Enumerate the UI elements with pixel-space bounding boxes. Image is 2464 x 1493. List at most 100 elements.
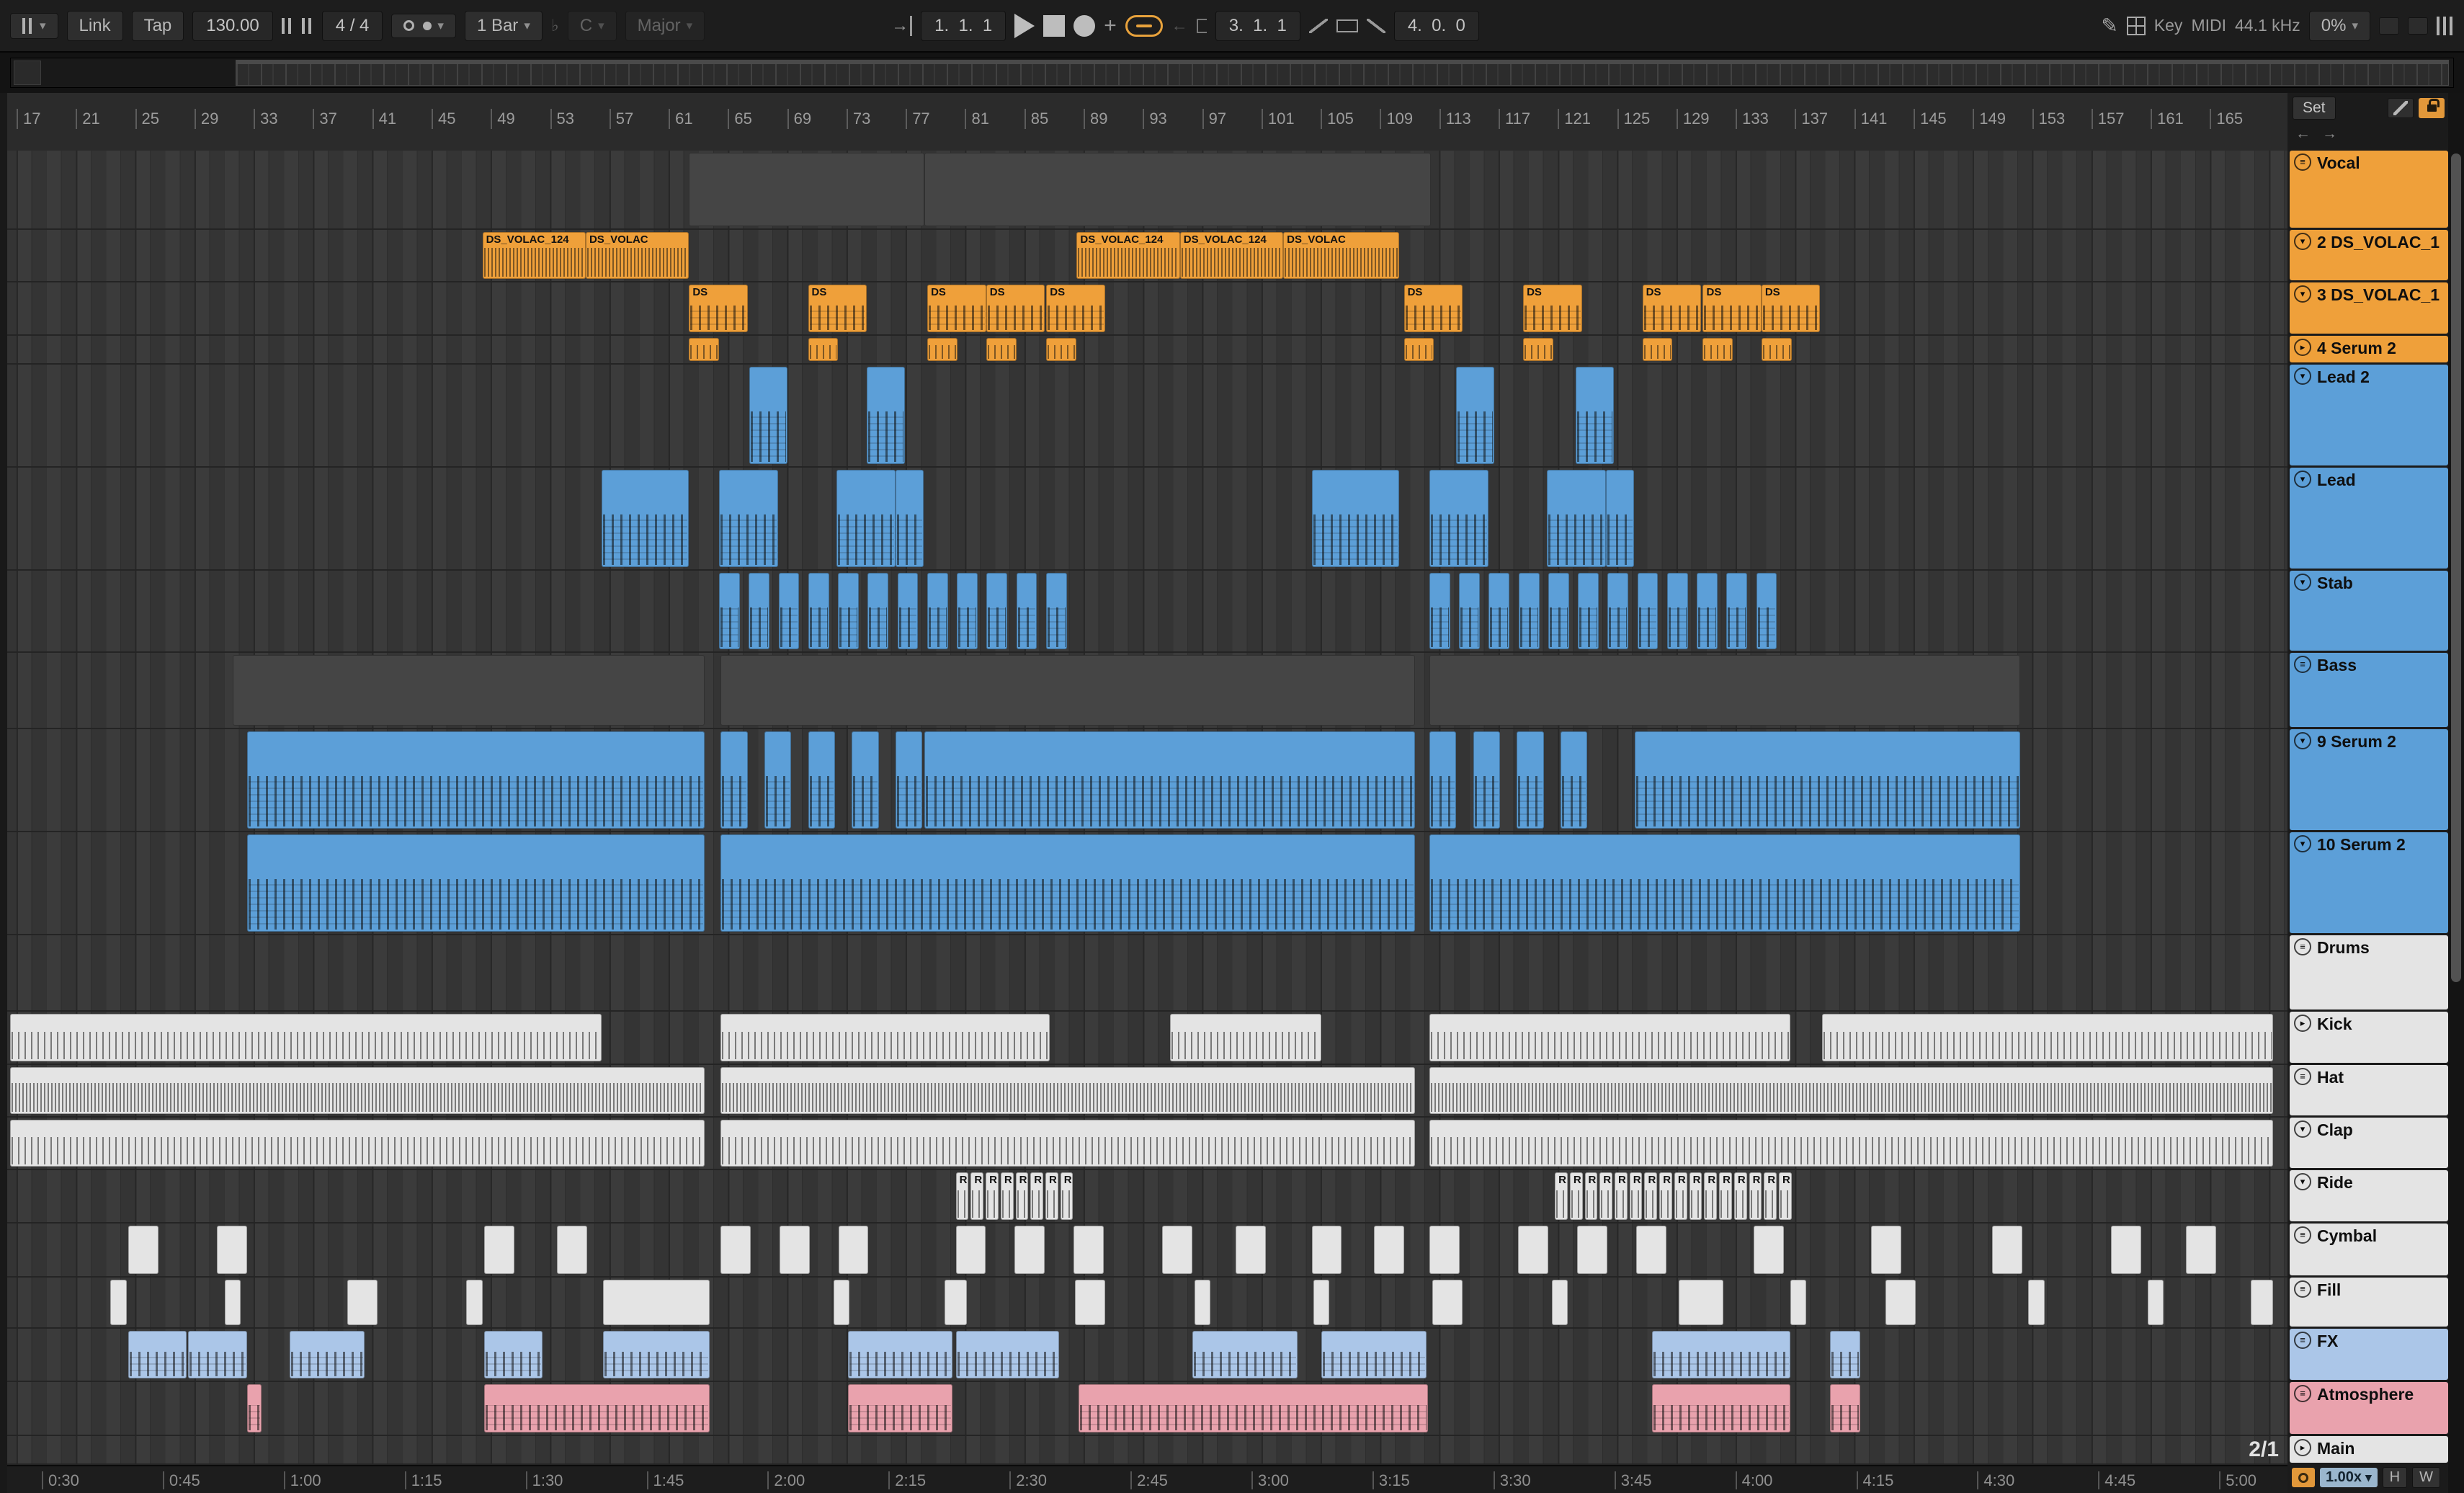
nudge-up-icon[interactable]: [301, 17, 313, 34]
clip[interactable]: [1697, 573, 1718, 649]
clip[interactable]: [1429, 470, 1488, 567]
clip[interactable]: [1518, 573, 1540, 649]
clip[interactable]: [924, 731, 1416, 829]
clip[interactable]: [1429, 1226, 1460, 1274]
clip[interactable]: [720, 655, 1416, 726]
clip[interactable]: [1651, 1331, 1790, 1378]
tap-tempo-button[interactable]: Tap: [131, 10, 184, 41]
clip[interactable]: [466, 1280, 483, 1325]
clip[interactable]: [852, 731, 879, 829]
clip[interactable]: DS_VOLAC: [1283, 232, 1400, 279]
clip[interactable]: [2251, 1280, 2274, 1325]
clip[interactable]: [847, 1384, 953, 1432]
lock-button[interactable]: [2419, 98, 2445, 118]
clip[interactable]: [833, 1280, 850, 1325]
punch-out-ramp-icon[interactable]: [1366, 18, 1385, 33]
clip[interactable]: [808, 338, 839, 361]
clip[interactable]: [603, 1280, 710, 1325]
clip[interactable]: [10, 1120, 705, 1167]
clip[interactable]: [557, 1226, 587, 1274]
clip[interactable]: DS: [1642, 285, 1702, 332]
clip[interactable]: [1754, 1226, 1784, 1274]
clip[interactable]: [955, 1331, 1059, 1378]
clip[interactable]: [1014, 1226, 1045, 1274]
clip[interactable]: DS: [808, 285, 867, 332]
draw-mode-icon[interactable]: ✎: [2101, 14, 2117, 37]
clip[interactable]: R: [970, 1172, 984, 1220]
clip[interactable]: [1488, 573, 1510, 649]
track-header-2-ds-volac-1[interactable]: ▾ 2 DS_VOLAC_1: [2290, 230, 2448, 280]
track-row-clap[interactable]: [7, 1118, 2287, 1170]
clip[interactable]: [1829, 1331, 1860, 1378]
track-header-ride[interactable]: ▾ Ride: [2290, 1170, 2448, 1221]
clip[interactable]: R: [1555, 1172, 1568, 1220]
clip[interactable]: [719, 470, 778, 567]
clip[interactable]: [1429, 573, 1450, 649]
clip[interactable]: [1547, 470, 1606, 567]
track-row-lead[interactable]: [7, 468, 2287, 571]
clip[interactable]: DS_VOLAC_124: [1179, 232, 1284, 279]
clip[interactable]: [778, 573, 800, 649]
track-row-3-ds-volac-1[interactable]: DS DS DS DS DS DS DS DS DS DS: [7, 282, 2287, 336]
track-row-hat[interactable]: [7, 1065, 2287, 1118]
clip[interactable]: [217, 1226, 247, 1274]
clip[interactable]: R: [1749, 1172, 1762, 1220]
clip[interactable]: [10, 1014, 602, 1061]
clip[interactable]: [1577, 1226, 1607, 1274]
clip[interactable]: [749, 367, 787, 464]
clip[interactable]: [1078, 1384, 1428, 1432]
overview-band[interactable]: [236, 60, 2449, 86]
tempo-display[interactable]: 130.00: [192, 10, 273, 41]
clip[interactable]: R: [1659, 1172, 1672, 1220]
clip[interactable]: [246, 1384, 262, 1432]
clip[interactable]: [779, 1226, 810, 1274]
clip[interactable]: [1651, 1384, 1790, 1432]
time-signature-display[interactable]: 4 / 4: [321, 10, 383, 41]
clip[interactable]: [927, 573, 948, 649]
clip[interactable]: [808, 731, 835, 829]
track-header-bass[interactable]: ≡ Bass: [2290, 653, 2448, 727]
clip[interactable]: [1373, 1226, 1404, 1274]
clip[interactable]: [924, 153, 1432, 226]
clip[interactable]: [2111, 1226, 2141, 1274]
clip[interactable]: [1429, 655, 2021, 726]
follow-icon[interactable]: →: [891, 15, 913, 36]
clip[interactable]: R: [1779, 1172, 1792, 1220]
track-row-vocal[interactable]: [7, 151, 2287, 230]
clip[interactable]: [1575, 367, 1614, 464]
track-row-drums[interactable]: [7, 935, 2287, 1012]
clip[interactable]: [1321, 1331, 1427, 1378]
clip[interactable]: [1821, 1014, 2274, 1061]
track-row-ride[interactable]: RRRRRRRRRRRRRRRRRRRRRRRR: [7, 1170, 2287, 1224]
clip[interactable]: R: [1045, 1172, 1058, 1220]
clip[interactable]: [1162, 1226, 1193, 1274]
track-row-fx[interactable]: [7, 1329, 2287, 1382]
clip[interactable]: [1429, 1014, 1790, 1061]
clip[interactable]: R: [955, 1172, 969, 1220]
clip[interactable]: [1642, 338, 1673, 361]
bar-ruler[interactable]: 17 21 25 29 33 37 41 45 49 53 57 61 65 69 73 77 81 85 89 93…: [7, 93, 2287, 151]
track-header-fx[interactable]: ≡ FX: [2290, 1329, 2448, 1380]
clip[interactable]: R: [1599, 1172, 1612, 1220]
track-header-9-serum-2[interactable]: ▾ 9 Serum 2: [2290, 729, 2448, 830]
track-row-2-ds-volac-1[interactable]: DS_VOLAC_124 DS_VOLAC DS_VOLAC_124 DS_VOLAC…: [7, 230, 2287, 282]
clip[interactable]: [1761, 338, 1792, 361]
clip[interactable]: [720, 731, 748, 829]
clip[interactable]: R: [1030, 1172, 1043, 1220]
track-row-main[interactable]: 2/1: [7, 1436, 2287, 1465]
clip[interactable]: DS: [1403, 285, 1463, 332]
clip[interactable]: [1726, 573, 1748, 649]
clip[interactable]: [897, 573, 919, 649]
clip[interactable]: [1194, 1280, 1210, 1325]
clip[interactable]: R: [1689, 1172, 1702, 1220]
track-header-cymbal[interactable]: ≡ Cymbal: [2290, 1224, 2448, 1275]
clip[interactable]: [1429, 1120, 2274, 1167]
clip[interactable]: DS_VOLAC_124: [482, 232, 586, 279]
clip[interactable]: R: [1060, 1172, 1073, 1220]
track-header-lead-2[interactable]: ▾ Lead 2: [2290, 365, 2448, 465]
track-row-fill[interactable]: [7, 1278, 2287, 1329]
clip[interactable]: [483, 1226, 514, 1274]
clip[interactable]: R: [986, 1172, 999, 1220]
arrangement-overview[interactable]: [10, 58, 2454, 88]
overdub-toggle[interactable]: [1125, 14, 1163, 37]
